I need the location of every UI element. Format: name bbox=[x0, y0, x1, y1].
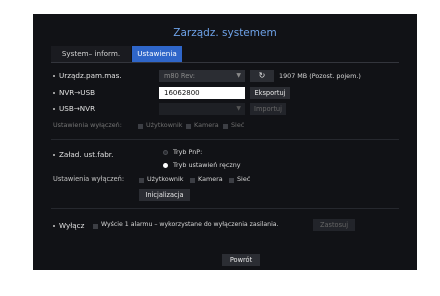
refresh-button[interactable]: ↻ bbox=[250, 70, 274, 82]
tab-system-info[interactable]: System– inform. bbox=[51, 46, 131, 62]
export-button[interactable]: Eksportuj bbox=[250, 87, 290, 99]
storage-device-label: Urządz.pam.mas. bbox=[59, 71, 122, 80]
exclude-user-label: Użytkownik bbox=[146, 121, 183, 129]
refresh-icon: ↻ bbox=[258, 71, 266, 80]
bullet-dot bbox=[53, 154, 55, 156]
exclude-settings-label: Ustawienia wyłączeń: bbox=[53, 121, 122, 129]
exclude-camera-checkbox-2[interactable] bbox=[190, 178, 195, 183]
storage-device-select[interactable]: m80 Rev: ▼ bbox=[159, 70, 245, 82]
exclude-user-checkbox[interactable] bbox=[138, 124, 143, 129]
usb-nvr-label: USB→NVR bbox=[59, 104, 96, 113]
alarm-shutdown-label: Wyście 1 alarmu – wykorzystane do wyłącz… bbox=[101, 221, 279, 228]
exclude-user-label-2: Użytkownik bbox=[147, 175, 184, 183]
import-button[interactable]: Importuj bbox=[250, 103, 286, 115]
exclude-network-checkbox[interactable] bbox=[223, 124, 228, 129]
exclude-camera-checkbox[interactable] bbox=[186, 124, 191, 129]
alarm-shutdown-checkbox[interactable] bbox=[93, 224, 98, 229]
section-divider bbox=[51, 139, 399, 140]
export-filename-input[interactable]: 16062800 bbox=[159, 87, 245, 99]
section-divider bbox=[51, 208, 399, 209]
radio-manual-label: Tryb ustawień ręczny bbox=[173, 161, 241, 169]
apply-button[interactable]: Zastosuj bbox=[313, 219, 355, 231]
system-management-panel: Zarządz. systemem System– inform. Ustawi… bbox=[33, 14, 417, 270]
exclude-settings-label-2: Ustawienia wyłączeń: bbox=[53, 175, 125, 183]
exclude-user-checkbox-2[interactable] bbox=[139, 178, 144, 183]
radio-pnp-label: Tryb PnP: bbox=[173, 148, 203, 156]
exclude-network-checkbox-2[interactable] bbox=[229, 178, 234, 183]
bullet-dot bbox=[53, 108, 55, 110]
exclude-camera-label-2: Kamera bbox=[198, 175, 223, 183]
tab-divider bbox=[51, 62, 399, 63]
radio-pnp-mode[interactable] bbox=[163, 150, 168, 155]
import-file-select[interactable]: ▼ bbox=[159, 103, 245, 115]
bullet-dot bbox=[53, 75, 55, 77]
factory-reset-label: Załad. ust.fabr. bbox=[59, 150, 114, 159]
exclude-network-label-2: Sieć bbox=[237, 175, 251, 183]
nvr-usb-label: NVR→USB bbox=[59, 88, 96, 97]
radio-manual-mode[interactable] bbox=[163, 163, 168, 168]
bullet-dot bbox=[53, 92, 55, 94]
bullet-dot bbox=[53, 225, 55, 227]
chevron-down-icon: ▼ bbox=[236, 72, 241, 79]
chevron-down-icon: ▼ bbox=[236, 105, 241, 112]
page-title: Zarządz. systemem bbox=[173, 27, 277, 39]
exclude-network-label: Sieć bbox=[231, 121, 245, 129]
tab-settings[interactable]: Ustawienia bbox=[132, 46, 182, 62]
initialize-button[interactable]: Inicjalizacja bbox=[139, 189, 190, 201]
back-button[interactable]: Powrót bbox=[222, 254, 260, 266]
free-space-text: 1907 MB (Pozost. pojem.) bbox=[279, 72, 361, 80]
exclude-camera-label: Kamera bbox=[194, 121, 219, 129]
shutdown-label: Wyłącz bbox=[59, 221, 85, 230]
storage-device-value: m80 Rev: bbox=[164, 72, 196, 80]
